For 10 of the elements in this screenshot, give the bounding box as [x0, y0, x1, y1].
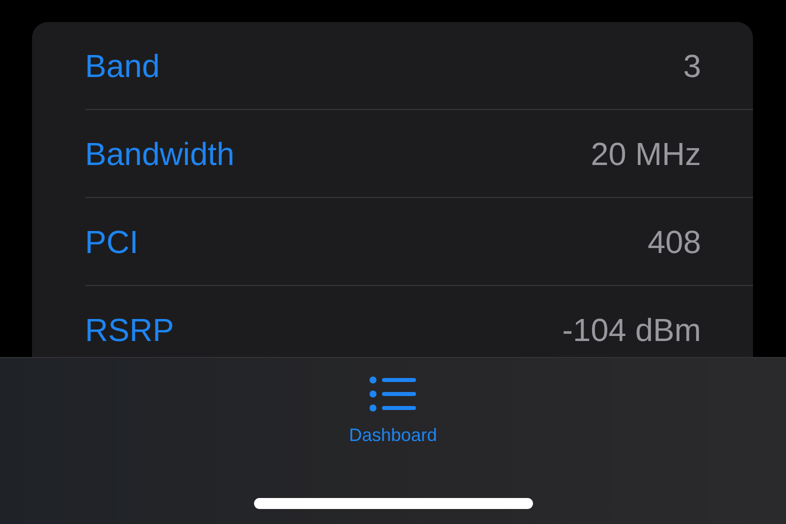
list-icon [369, 376, 417, 412]
row-label: PCI [85, 222, 138, 262]
row-label: RSRP [85, 311, 174, 350]
row-value: 20 MHz [590, 134, 701, 174]
row-value: 3 [683, 46, 701, 86]
row-value: 408 [648, 222, 701, 262]
row-label: Band [85, 46, 160, 86]
row-label: Bandwidth [85, 134, 234, 174]
row-value: -104 dBm [562, 311, 701, 350]
dashboard-tab[interactable]: Dashboard [348, 376, 438, 449]
